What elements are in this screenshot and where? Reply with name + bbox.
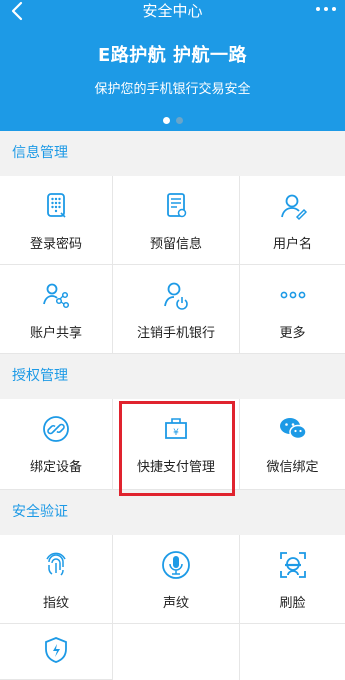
- empty-cell: [113, 624, 240, 680]
- item-label: 绑定设备: [29, 460, 82, 475]
- link-icon: [41, 414, 71, 444]
- bind-device-item[interactable]: 绑定设备: [0, 399, 113, 490]
- shield-bolt-icon: [41, 635, 71, 665]
- voiceprint-item[interactable]: 声纹: [113, 535, 240, 624]
- more-item[interactable]: 更多: [240, 265, 345, 354]
- carousel-dot[interactable]: [162, 117, 170, 124]
- item-label: 账户共享: [29, 326, 82, 341]
- login-password-item[interactable]: 登录密码: [0, 176, 113, 265]
- carousel-indicator: [0, 117, 345, 124]
- svg-text:¥: ¥: [173, 428, 179, 438]
- security-shield-item[interactable]: [0, 624, 113, 680]
- username-item[interactable]: 用户名: [240, 176, 345, 265]
- section-title-auth: 授权管理: [0, 354, 345, 399]
- info-grid: 登录密码 预留信息 用户名 账户共享 注销手机银行 更多: [0, 176, 345, 354]
- more-button[interactable]: [315, 0, 337, 20]
- header-banner: 安全中心 E路护航 护航一路 保护您的手机银行交易安全: [0, 0, 345, 131]
- item-label: 指纹: [42, 596, 69, 611]
- item-label: 刷脸: [279, 596, 306, 611]
- item-label: 快捷支付管理: [136, 460, 215, 475]
- verify-grid: 指纹 声纹 刷脸: [0, 535, 345, 680]
- item-label: 注销手机银行: [136, 326, 215, 341]
- reserved-info-item[interactable]: 预留信息: [113, 176, 240, 265]
- banner-title: E路护航 护航一路: [97, 45, 248, 66]
- page-title: 安全中心: [142, 2, 203, 20]
- banner-subtitle: 保护您的手机银行交易安全: [94, 82, 251, 97]
- yuan-bag-icon: ¥: [161, 414, 191, 444]
- user-power-icon: [161, 280, 191, 310]
- item-label: 用户名: [272, 237, 312, 252]
- fingerprint-item[interactable]: 指纹: [0, 535, 113, 624]
- item-label: 登录密码: [29, 237, 82, 252]
- item-label: 更多: [279, 326, 306, 341]
- more-dots-icon: [316, 7, 336, 11]
- share-users-icon: [41, 280, 71, 310]
- item-label: 微信绑定: [266, 460, 319, 475]
- microphone-icon: [161, 550, 191, 580]
- quick-pay-management-item[interactable]: ¥ 快捷支付管理: [113, 399, 240, 490]
- carousel-dot[interactable]: [175, 117, 183, 124]
- wechat-binding-item[interactable]: 微信绑定: [240, 399, 345, 490]
- auth-grid: 绑定设备 ¥ 快捷支付管理 微信绑定: [0, 399, 345, 490]
- keypad-icon: [41, 191, 71, 221]
- item-label: 预留信息: [149, 237, 202, 252]
- document-icon: [161, 191, 191, 221]
- wechat-icon: [278, 414, 308, 444]
- empty-cell: [240, 624, 345, 680]
- item-label: 声纹: [162, 596, 189, 611]
- face-scan-icon: [278, 550, 308, 580]
- section-title-verify: 安全验证: [0, 490, 345, 535]
- face-scan-item[interactable]: 刷脸: [240, 535, 345, 624]
- user-edit-icon: [278, 191, 308, 221]
- section-title-info: 信息管理: [0, 131, 345, 176]
- fingerprint-icon: [41, 550, 71, 580]
- account-share-item[interactable]: 账户共享: [0, 265, 113, 354]
- cancel-mobile-banking-item[interactable]: 注销手机银行: [113, 265, 240, 354]
- top-bar: 安全中心: [0, 0, 345, 26]
- ellipsis-icon: [278, 280, 308, 310]
